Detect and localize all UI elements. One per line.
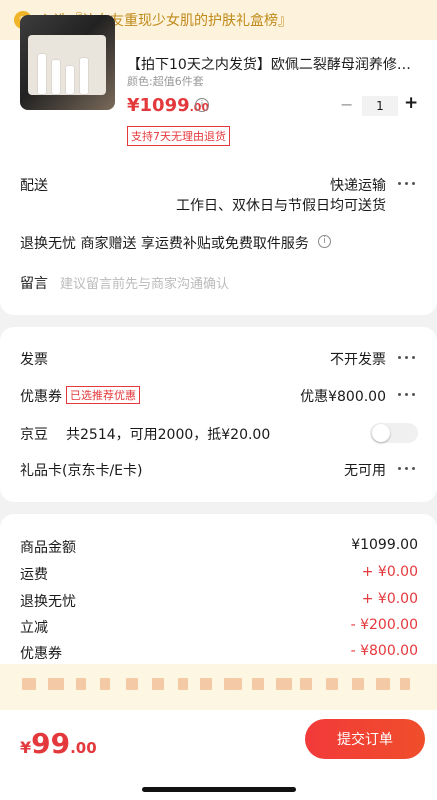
summary-label: 退换无忧 — [20, 594, 76, 610]
summary-card: 商品金额 ¥1099.00 运费 + ¥0.00 退换无忧 + ¥0.00 立减… — [0, 514, 437, 664]
delivery-more-icon[interactable] — [398, 182, 418, 188]
quantity-input[interactable]: 1 — [362, 96, 398, 116]
price-info-icon[interactable]: i — [195, 98, 209, 112]
total-price: ¥99.00 — [20, 727, 97, 760]
invoice-value[interactable]: 不开发票 — [286, 349, 386, 369]
summary-value: + ¥0.00 — [361, 564, 418, 580]
return-policy-tag: 支持7天无理由退货 — [127, 126, 230, 146]
product-spec[interactable]: 颜色:超值6件套 — [127, 73, 204, 89]
services-text: 退换无忧 商家赠送 享运费补贴或免费取件服务 — [20, 236, 309, 252]
checkout-bar: ¥99.00 提交订单 — [0, 710, 437, 800]
jingdou-toggle[interactable] — [370, 423, 418, 443]
jingdou-label: 京豆 — [20, 427, 48, 443]
submit-order-button[interactable]: 提交订单 — [305, 719, 425, 759]
delivery-label: 配送 — [20, 178, 48, 194]
coupon-tag: 已选推荐优惠 — [66, 386, 140, 404]
coupon-value[interactable]: 优惠¥800.00 — [270, 386, 386, 406]
summary-label: 商品金额 — [20, 540, 76, 556]
invoice-label: 发票 — [20, 352, 48, 368]
summary-value: - ¥200.00 — [350, 617, 418, 633]
summary-label: 立减 — [20, 620, 48, 636]
summary-value: + ¥0.00 — [361, 591, 418, 607]
summary-value: ¥1099.00 — [351, 537, 418, 553]
summary-label: 优惠券 — [20, 646, 62, 662]
quantity-minus-button[interactable]: − — [340, 95, 353, 114]
summary-label: 运费 — [20, 567, 48, 583]
quantity-plus-button[interactable]: + — [404, 93, 418, 113]
product-image[interactable] — [20, 15, 115, 110]
coupon-more-icon[interactable] — [398, 393, 418, 399]
delivery-time[interactable]: 工作日、双休日与节假日均可送货 — [150, 195, 386, 215]
giftcard-more-icon[interactable] — [398, 467, 418, 473]
redacted-notice-bar — [0, 664, 437, 710]
home-indicator — [142, 787, 296, 792]
coupon-label: 优惠券 — [20, 389, 62, 405]
invoice-more-icon[interactable] — [398, 356, 418, 362]
message-label: 留言 — [20, 276, 48, 292]
message-input[interactable]: 建议留言前先与商家沟通确认 — [60, 273, 229, 292]
product-title[interactable]: 【拍下10天之内发货】欧佩二裂酵母润养修… — [127, 54, 422, 74]
services-info-icon[interactable]: i — [318, 235, 331, 248]
summary-value: - ¥800.00 — [350, 643, 418, 659]
jingdou-value: 共2514，可用2000，抵¥20.00 — [66, 427, 271, 443]
delivery-method[interactable]: 快递运输 — [250, 175, 386, 195]
giftcard-value[interactable]: 无可用 — [300, 460, 386, 480]
giftcard-label: 礼品卡(京东卡/E卡) — [20, 463, 143, 479]
